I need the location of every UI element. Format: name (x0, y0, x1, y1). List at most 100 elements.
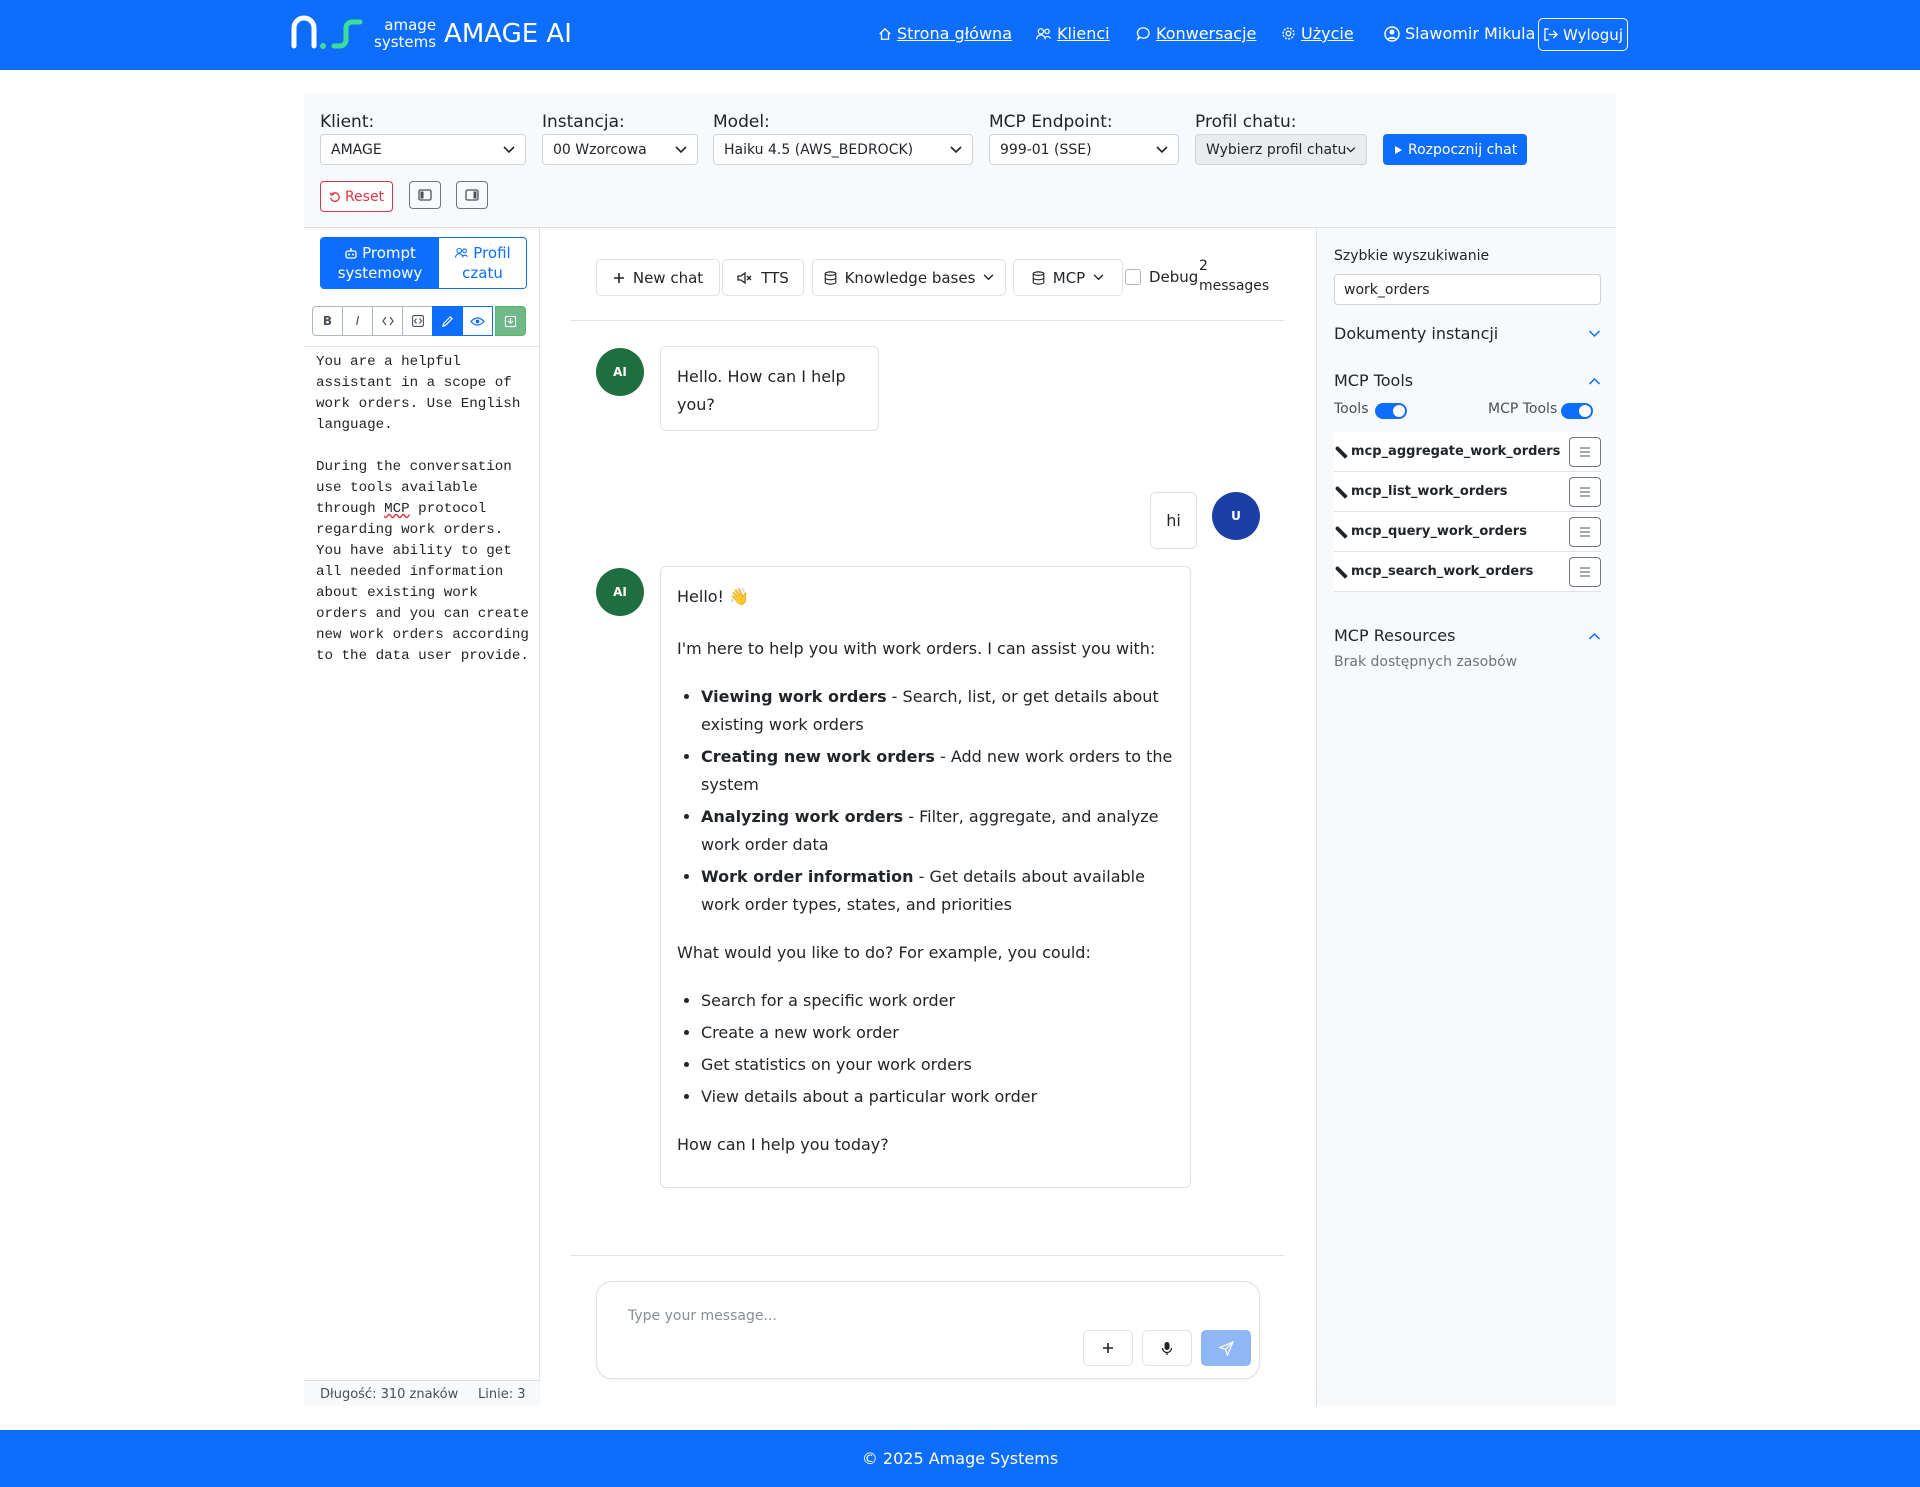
mcp-tools-section[interactable]: MCP Tools (1334, 371, 1601, 390)
brand[interactable]: amage systems AMAGE AI (290, 14, 572, 54)
nav-usage-link[interactable]: Użycie (1281, 24, 1354, 43)
toggle-right-panel-button[interactable] (456, 181, 488, 209)
chevron-down-icon (1093, 274, 1104, 281)
tab-system-prompt[interactable]: Prompt systemowy (321, 238, 439, 288)
tab-system-prompt-line2: systemowy (337, 264, 423, 282)
tab-chat-profile[interactable]: Profil czatu (439, 238, 526, 288)
client-select-value: AMAGE (331, 141, 382, 158)
mcp-endpoint-select-value: 999-01 (SSE) (1000, 141, 1092, 158)
debug-toggle[interactable]: Debug (1125, 268, 1198, 286)
mcp-resources-section[interactable]: MCP Resources (1334, 626, 1601, 645)
quick-search-input[interactable]: work_orders (1334, 274, 1601, 305)
client-label: Klient: (320, 112, 375, 132)
ai-greeting: Hello! 👋 (677, 587, 749, 606)
database-icon (824, 270, 836, 285)
mcp-dropdown-label: MCP (1052, 268, 1086, 287)
save-prompt-button[interactable] (495, 306, 526, 336)
start-chat-button[interactable]: Rozpocznij chat (1383, 134, 1528, 165)
tool-details-button[interactable] (1569, 477, 1601, 507)
mcp-tools-switch[interactable] (1561, 403, 1593, 419)
user-menu[interactable]: Slawomir Mikula (1384, 24, 1535, 43)
chevron-down-icon (503, 145, 515, 153)
tool-row[interactable]: mcp_aggregate_work_orders (1334, 432, 1601, 472)
ai-avatar: AI (596, 348, 644, 396)
reset-icon (329, 191, 340, 202)
knowledge-bases-label: Knowledge bases (844, 268, 976, 287)
instance-select[interactable]: 00 Wzorcowa (542, 134, 698, 165)
footer: © 2025 Amage Systems (0, 1430, 1920, 1487)
ai-closing: How can I help you today? (677, 1135, 889, 1154)
bold-button[interactable]: B (312, 306, 343, 336)
list-item: Get statistics on your work orders (701, 1051, 1174, 1079)
model-select[interactable]: Haiku 4.5 (AWS_BEDROCK) (713, 134, 973, 165)
tools-panel: Szybkie wyszukiwanie work_orders Dokumen… (1316, 228, 1616, 1406)
list-icon (1580, 447, 1590, 457)
debug-checkbox[interactable] (1125, 269, 1141, 285)
tool-details-button[interactable] (1569, 517, 1601, 547)
gear-icon (1282, 27, 1295, 40)
client-select[interactable]: AMAGE (320, 134, 526, 165)
start-chat-label: Rozpocznij chat (1408, 141, 1518, 158)
new-chat-button[interactable]: New chat (596, 259, 720, 296)
list-item: View details about a particular work ord… (701, 1083, 1174, 1111)
eye-icon (470, 316, 485, 326)
chat-panel: New chat TTS Knowledge bases MCP Debug 2… (541, 228, 1316, 1406)
pencil-icon (441, 315, 453, 327)
prompt-text-part2: protocol regarding work orders. You have… (316, 501, 529, 664)
tools-switch[interactable] (1375, 403, 1407, 419)
copyright: © 2025 Amage Systems (861, 1449, 1059, 1468)
prompt-panel: Prompt systemowy Profil czatu B I You ar… (304, 228, 540, 1406)
chat-profile-select[interactable]: Wybierz profil chatu (1195, 134, 1367, 165)
tool-row[interactable]: mcp_search_work_orders (1334, 552, 1601, 592)
code-button[interactable] (372, 306, 403, 336)
brand-title: AMAGE AI (444, 19, 572, 49)
prompt-text-part1: You are a helpful assistant in a scope o… (316, 354, 521, 517)
tool-details-button[interactable] (1569, 557, 1601, 587)
preview-mode-button[interactable] (462, 306, 493, 336)
chat-icon (1136, 27, 1150, 41)
chevron-down-icon (1156, 145, 1168, 153)
capability-title: Work order information (701, 867, 914, 886)
tool-details-button[interactable] (1569, 437, 1601, 467)
code-block-button[interactable] (402, 306, 433, 336)
mcp-resources-label: MCP Resources (1334, 626, 1456, 645)
instance-documents-section[interactable]: Dokumenty instancji (1334, 324, 1601, 343)
logout-label: Wyloguj (1563, 25, 1623, 44)
italic-button[interactable]: I (342, 306, 373, 336)
robot-icon (345, 247, 357, 259)
chat-input-divider (571, 1255, 1284, 1256)
edit-mode-button[interactable] (432, 306, 463, 336)
chevron-down-icon (984, 274, 994, 281)
user-message-text: hi (1166, 511, 1181, 530)
attach-button[interactable] (1083, 1330, 1133, 1366)
knowledge-bases-dropdown[interactable]: Knowledge bases (812, 259, 1006, 296)
user-avatar: U (1212, 492, 1260, 540)
microphone-button[interactable] (1142, 1330, 1192, 1366)
tts-button[interactable]: TTS (722, 259, 804, 296)
reset-button[interactable]: Reset (320, 181, 393, 212)
tool-row[interactable]: mcp_query_work_orders (1334, 512, 1601, 552)
amage-logo-icon (291, 15, 363, 49)
mcp-endpoint-label: MCP Endpoint: (989, 112, 1113, 132)
mcp-endpoint-select[interactable]: 999-01 (SSE) (989, 134, 1179, 165)
model-label: Model: (713, 112, 770, 132)
download-icon (504, 315, 517, 327)
toggle-left-panel-button[interactable] (409, 181, 441, 209)
send-button[interactable] (1201, 1330, 1251, 1366)
nav-home-link[interactable]: Strona główna (878, 24, 1012, 43)
nav-clients-link[interactable]: Klienci (1035, 24, 1110, 43)
system-prompt-editor[interactable]: You are a helpful assistant in a scope o… (316, 352, 536, 667)
logout-button[interactable]: Wyloguj (1538, 18, 1628, 51)
tool-name: mcp_query_work_orders (1351, 524, 1527, 539)
nav-conversations-link[interactable]: Konwersacje (1136, 24, 1256, 43)
send-icon (1218, 1340, 1234, 1356)
reset-label: Reset (344, 188, 385, 205)
mcp-dropdown[interactable]: MCP (1013, 259, 1123, 296)
list-item: Work order information - Get details abo… (701, 863, 1174, 919)
chevron-up-icon (1588, 632, 1601, 640)
tool-row[interactable]: mcp_list_work_orders (1334, 472, 1601, 512)
tab-system-prompt-line1: Prompt (362, 244, 416, 262)
italic-label: I (355, 314, 360, 328)
message-input-box[interactable]: Type your message... (596, 1281, 1260, 1379)
microphone-icon (1161, 1341, 1173, 1355)
